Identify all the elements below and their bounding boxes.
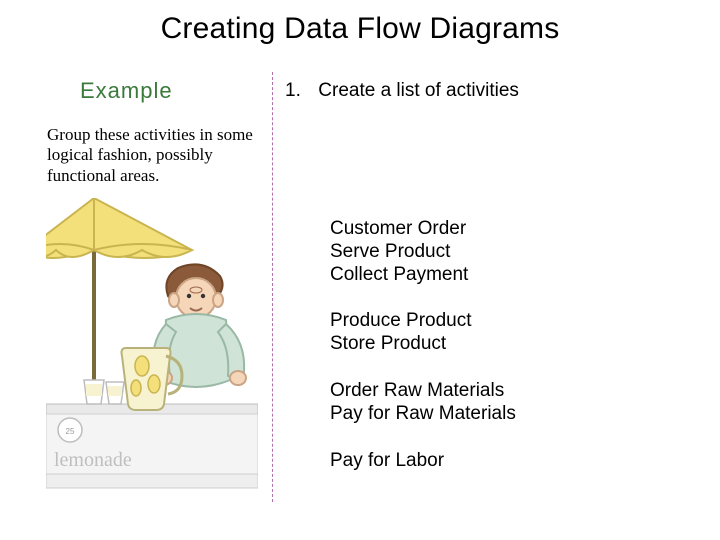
instruction-text: Group these activities in some logical f…	[47, 125, 257, 186]
lemonade-stand-illustration: lemonade 25	[46, 198, 258, 490]
activity-item: Pay for Labor	[330, 450, 516, 473]
activity-group: Pay for Labor	[330, 450, 516, 473]
cup-icon	[106, 382, 124, 404]
activity-item: Store Product	[330, 333, 516, 356]
activity-group: Customer Order Serve Product Collect Pay…	[330, 218, 516, 286]
activity-item: Collect Payment	[330, 264, 516, 287]
cup-icon	[84, 380, 104, 404]
activity-groups: Customer Order Serve Product Collect Pay…	[330, 218, 516, 496]
vertical-divider	[272, 72, 273, 502]
lemonade-sign-text: lemonade	[54, 449, 132, 471]
activity-group: Order Raw Materials Pay for Raw Material…	[330, 380, 516, 426]
activity-item: Serve Product	[330, 241, 516, 264]
step-text: Create a list of activities	[318, 80, 519, 101]
activity-group: Produce Product Store Product	[330, 310, 516, 356]
counter-icon	[46, 404, 258, 488]
example-heading: Example	[80, 78, 173, 104]
price-tag-icon: 25	[58, 418, 82, 442]
activity-item: Order Raw Materials	[330, 380, 516, 403]
activity-item: Customer Order	[330, 218, 516, 241]
step-number: 1.	[285, 80, 313, 102]
activity-item: Pay for Raw Materials	[330, 403, 516, 426]
page-title: Creating Data Flow Diagrams	[0, 12, 720, 46]
activity-item: Produce Product	[330, 310, 516, 333]
step-line: 1. Create a list of activities	[285, 80, 519, 102]
slide: Creating Data Flow Diagrams Example Grou…	[0, 0, 720, 540]
svg-text:25: 25	[66, 427, 75, 436]
